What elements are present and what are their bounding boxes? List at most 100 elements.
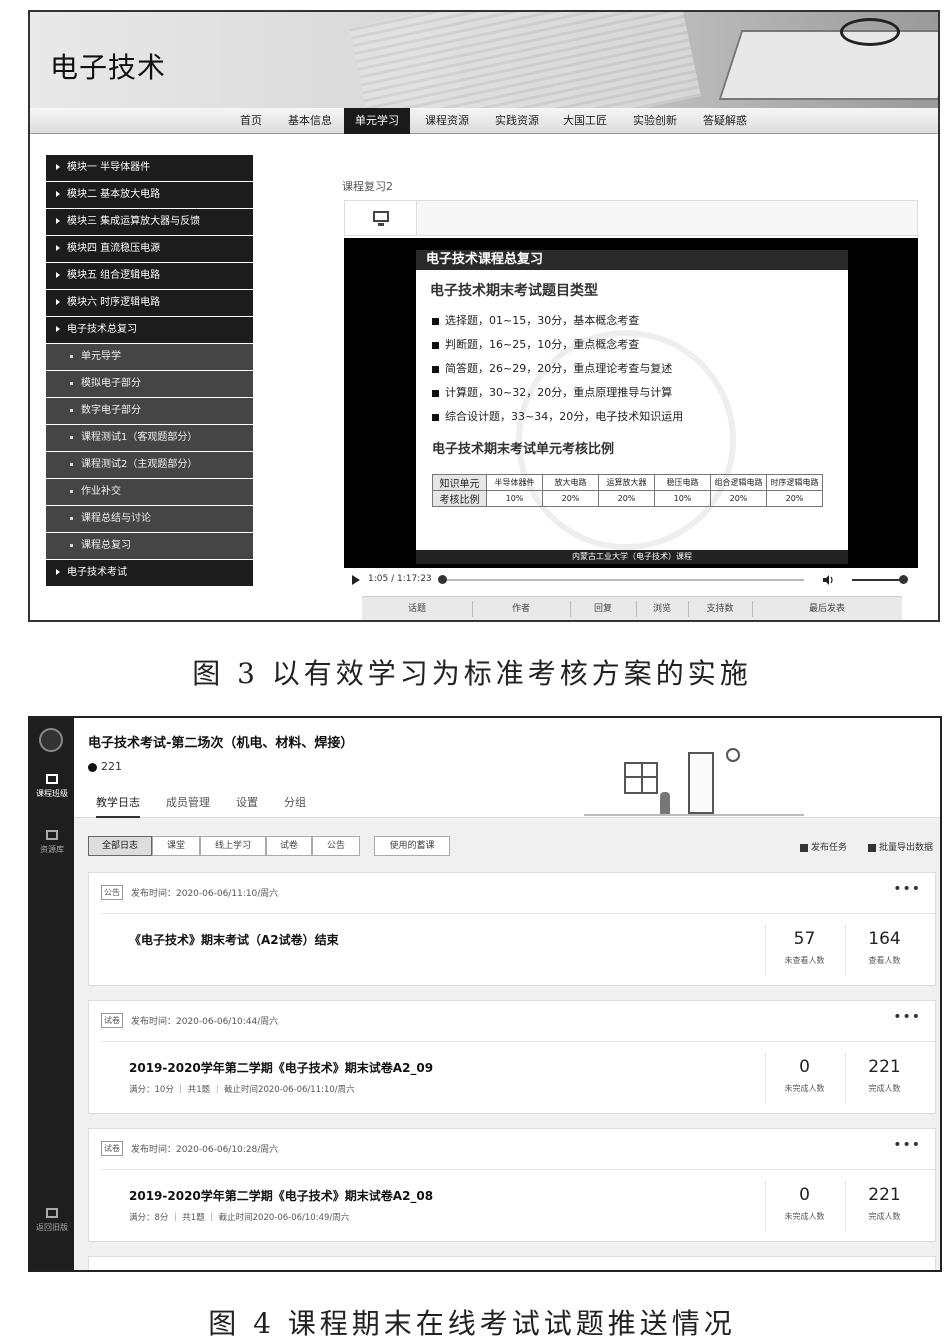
- stat-label: 未查看人数: [784, 956, 825, 965]
- sidebar-subitem-test1[interactable]: 课程测试1（客观题部分）: [46, 425, 253, 451]
- sidebar-subitem-review[interactable]: 课程总复习: [46, 533, 253, 559]
- more-icon[interactable]: •••: [893, 1009, 921, 1025]
- nav-basic-info[interactable]: 基本信息: [280, 108, 340, 134]
- tab-members[interactable]: 成员管理: [166, 794, 210, 810]
- module-label: 电子技术总复习: [67, 324, 137, 335]
- site-banner: 电子技术: [30, 12, 938, 110]
- sidebar-module-2[interactable]: 模块二 基本放大电路: [46, 182, 253, 208]
- sidebar-module-1[interactable]: 模块一 半导体器件: [46, 155, 253, 181]
- download-icon: [46, 1208, 58, 1218]
- sidebar-subitem-digital[interactable]: 数字电子部分: [46, 398, 253, 424]
- sidebar-module-6[interactable]: 模块六 时序逻辑电路: [46, 290, 253, 316]
- monitor-icon: [373, 211, 389, 222]
- card-title[interactable]: 2019-2020学年第二学期《电子技术》期末试卷A2_08: [129, 1187, 433, 1204]
- volume-knob[interactable]: [899, 575, 908, 584]
- bullet-icon: [70, 516, 73, 520]
- nav-practice-resources[interactable]: 实践资源: [486, 108, 548, 134]
- table-cell: 稳压电路: [654, 474, 711, 491]
- log-card[interactable]: 公告 发布时间：2020-06-06/11:10/周六 ••• 《电子技术》期末…: [88, 872, 936, 986]
- tab-teaching-log[interactable]: 教学日志: [96, 794, 140, 818]
- more-icon[interactable]: •••: [893, 1137, 921, 1153]
- caret-right-icon: [56, 272, 60, 278]
- card-title[interactable]: 《电子技术》期末考试（A2试卷）结束: [129, 931, 339, 948]
- export-data-action[interactable]: 批量导出数据: [868, 840, 933, 853]
- log-card[interactable]: 试卷 发布时间：2020-06-06/10:28/周六 ••• 2019-202…: [88, 1128, 936, 1242]
- stat-unviewed[interactable]: 57 未查看人数: [765, 925, 843, 975]
- forum-col-likes[interactable]: 支持数: [688, 597, 752, 620]
- sidebar-module-exam[interactable]: 电子技术考试: [46, 560, 253, 586]
- filter-used-course[interactable]: 使用的蓄课: [374, 836, 450, 856]
- nav-home[interactable]: 首页: [230, 108, 272, 134]
- stat-incomplete[interactable]: 0 未完成人数: [765, 1053, 843, 1103]
- filter-all[interactable]: 全部日志: [88, 836, 152, 856]
- main-nav: 首页 基本信息 单元学习 课程资源 实践资源 大国工匠 实验创新 答疑解惑: [30, 108, 938, 134]
- nav-craftsman[interactable]: 大国工匠: [554, 108, 616, 134]
- rail-item-library[interactable]: 资源库: [30, 830, 74, 855]
- divider: [101, 913, 935, 914]
- filter-exam[interactable]: 试卷: [266, 836, 312, 856]
- filter-notice[interactable]: 公告: [312, 836, 360, 856]
- nav-experiment[interactable]: 实验创新: [624, 108, 686, 134]
- module-sidebar: 模块一 半导体器件 模块二 基本放大电路 模块三 集成运算放大器与反馈 模块四 …: [46, 155, 253, 587]
- rail-item-old-version[interactable]: 返回旧版: [30, 1208, 74, 1233]
- bullet-icon: [70, 435, 73, 439]
- sidebar-module-review[interactable]: 电子技术总复习: [46, 317, 253, 343]
- sidebar-module-4[interactable]: 模块四 直流稳压电源: [46, 236, 253, 262]
- forum-col-author[interactable]: 作者: [472, 597, 570, 620]
- play-icon[interactable]: [352, 575, 360, 585]
- sidebar-module-3[interactable]: 模块三 集成运算放大器与反馈: [46, 209, 253, 235]
- nav-course-resources[interactable]: 课程资源: [416, 108, 478, 134]
- volume-slider[interactable]: [852, 575, 908, 584]
- card-meta: 满分：8分 ｜ 共1题 ｜ 截止时间2020-06-06/10:49/周六: [129, 1213, 350, 1223]
- sidebar-subitem-summary[interactable]: 课程总结与讨论: [46, 506, 253, 532]
- stat-incomplete[interactable]: 0 未完成人数: [765, 1181, 843, 1231]
- media-tab-video[interactable]: [345, 201, 417, 235]
- forum-col-last-post[interactable]: 最后发表: [752, 597, 902, 620]
- stat-label: 完成人数: [868, 1212, 901, 1221]
- stat-value: 221: [868, 1057, 901, 1077]
- slide-heading-question-types: 电子技术期末考试题目类型: [430, 283, 598, 299]
- progress-knob[interactable]: [438, 575, 448, 584]
- filter-class[interactable]: 课堂: [152, 836, 200, 856]
- stat-viewed[interactable]: 164 查看人数: [845, 925, 923, 975]
- volume-icon[interactable]: [822, 574, 834, 586]
- filter-online[interactable]: 线上学习: [200, 836, 266, 856]
- forum-col-topic[interactable]: 话题: [362, 597, 472, 620]
- caret-right-icon: [56, 164, 60, 170]
- publish-task-action[interactable]: 发布任务: [800, 840, 847, 853]
- tab-settings[interactable]: 设置: [236, 794, 258, 810]
- table-cell: 20%: [598, 490, 655, 507]
- sidebar-subitem-guide[interactable]: 单元导学: [46, 344, 253, 370]
- table-cell: 组合逻辑电路: [710, 474, 767, 491]
- log-card[interactable]: 试卷 发布时间：2020-06-06/10:44/周六 ••• 2019-202…: [88, 1000, 936, 1114]
- stat-label: 查看人数: [868, 956, 901, 965]
- sidebar-subitem-homework[interactable]: 作业补交: [46, 479, 253, 505]
- bullet-icon: [70, 381, 73, 385]
- bullet-icon: [70, 408, 73, 412]
- bullet-text: 简答题，26~29，20分，重点理论考查与复述: [445, 362, 673, 375]
- sidebar-subitem-analog[interactable]: 模拟电子部分: [46, 371, 253, 397]
- more-icon[interactable]: •••: [893, 881, 921, 897]
- stat-complete[interactable]: 221 完成人数: [845, 1181, 923, 1231]
- nav-unit-learning[interactable]: 单元学习: [344, 108, 410, 134]
- stat-label: 完成人数: [868, 1084, 901, 1093]
- forum-col-replies[interactable]: 回复: [570, 597, 636, 620]
- sidebar-subitem-test2[interactable]: 课程测试2（主观题部分）: [46, 452, 253, 478]
- forum-col-views[interactable]: 浏览: [636, 597, 688, 620]
- figure-4-exam-platform: 课程班级 资源库 返回旧版 电子技术考试-第二场次（机电、材料、焊接） 221 …: [28, 716, 942, 1272]
- video-player[interactable]: 电子技术课程总复习 电子技术期末考试题目类型 选择题，01~15，30分，基本概…: [344, 238, 918, 568]
- card-publish-time: 发布时间：2020-06-06/10:28/周六: [131, 1145, 279, 1155]
- stat-complete[interactable]: 221 完成人数: [845, 1053, 923, 1103]
- slide-bullet: 选择题，01~15，30分，基本概念考查: [432, 312, 639, 328]
- card-title[interactable]: 2019-2020学年第二学期《电子技术》期末试卷A2_09: [129, 1059, 433, 1076]
- progress-bar[interactable]: [438, 575, 804, 584]
- nav-qa[interactable]: 答疑解惑: [694, 108, 756, 134]
- caret-right-icon: [56, 299, 60, 305]
- tab-groups[interactable]: 分组: [284, 794, 306, 810]
- sidebar-module-5[interactable]: 模块五 组合逻辑电路: [46, 263, 253, 289]
- rail-item-class[interactable]: 课程班级: [30, 774, 74, 799]
- stat-value: 164: [868, 929, 901, 949]
- slide-bullet: 计算题，30~32，20分，重点原理推导与计算: [432, 384, 672, 400]
- square-bullet-icon: [432, 389, 439, 397]
- person-icon: [88, 762, 97, 772]
